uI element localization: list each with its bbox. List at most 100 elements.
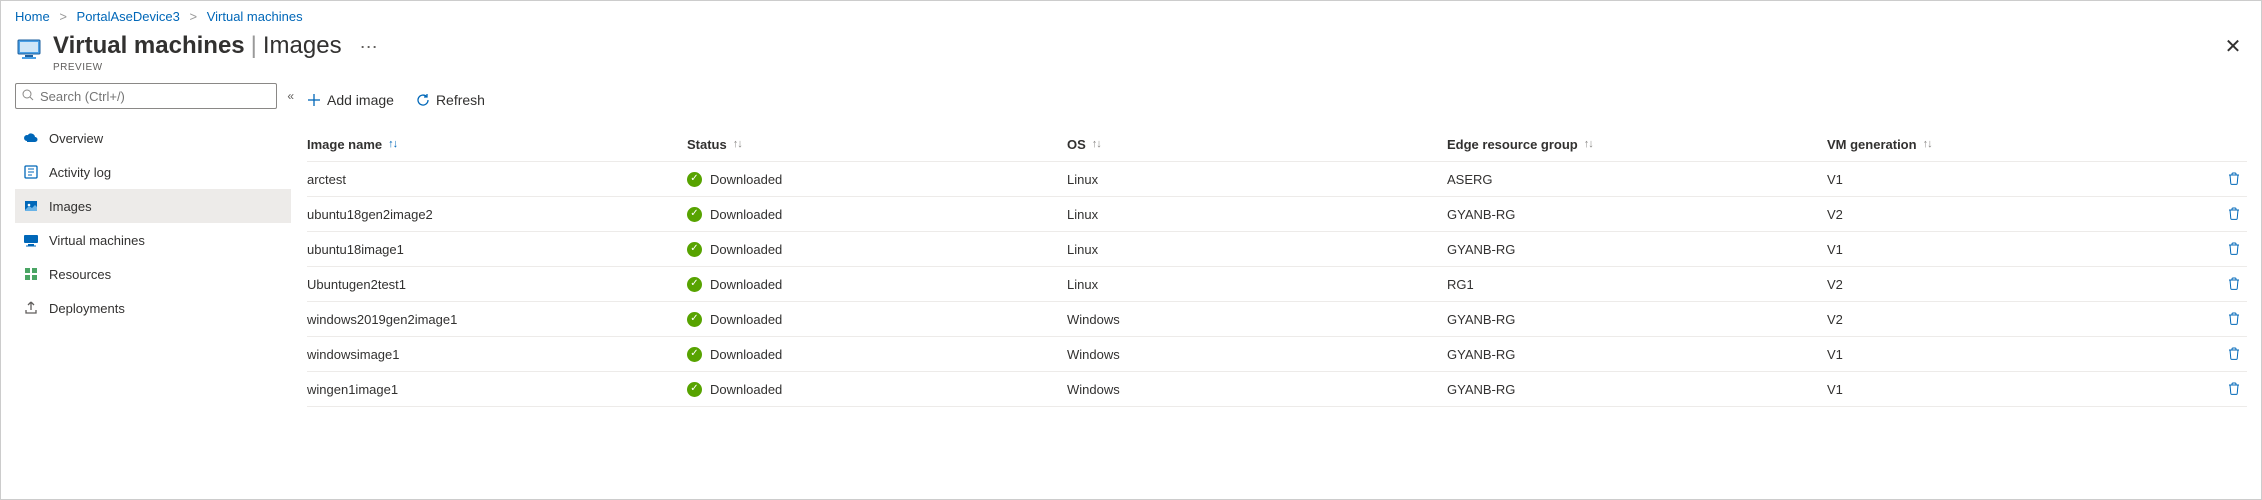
status-success-icon: ✓: [687, 207, 702, 222]
resources-icon: [23, 266, 39, 282]
os-cell: Linux: [1067, 277, 1447, 292]
refresh-button[interactable]: Refresh: [416, 92, 485, 108]
sidebar-item-activity-log[interactable]: Activity log: [15, 155, 291, 189]
status-text: Downloaded: [710, 242, 782, 257]
col-edge-resource-group[interactable]: Edge resource group ↑↓: [1447, 137, 1827, 152]
table-row: windowsimage1✓ Downloaded WindowsGYANB-RGV…: [307, 337, 2247, 372]
delete-button[interactable]: [2227, 276, 2247, 293]
os-cell: Windows: [1067, 347, 1447, 362]
table-row: ubuntu18gen2image2✓DownloadedLinuxGYANB-…: [307, 197, 2247, 232]
vmgen-cell: V1: [1827, 172, 2207, 187]
os-cell: Linux: [1067, 207, 1447, 222]
sidebar-item-images[interactable]: Images: [15, 189, 291, 223]
sort-icon: ↑↓: [1923, 138, 1932, 150]
add-image-button[interactable]: Add image: [307, 92, 394, 108]
status-success-icon: ✓: [687, 277, 702, 292]
status-text: Downloaded: [710, 312, 782, 327]
add-image-label: Add image: [327, 92, 394, 108]
image-name-cell[interactable]: Ubuntugen2test1: [307, 277, 687, 292]
status-cell: ✓Downloaded: [687, 207, 1067, 222]
sidebar-item-label: Resources: [49, 267, 111, 282]
status-cell: ✓ Downloaded: [687, 347, 1067, 362]
status-success-icon: ✓: [687, 242, 702, 257]
delete-button[interactable]: [2227, 311, 2247, 328]
breadcrumb-link-device[interactable]: PortalAseDevice3: [77, 9, 180, 24]
sort-icon: ↑↓: [733, 138, 742, 150]
erg-cell: GYANB-RG: [1447, 347, 1827, 362]
sidebar-item-deployments[interactable]: Deployments: [15, 291, 291, 325]
image-name-cell[interactable]: wingen1image1: [307, 382, 687, 397]
trash-icon: [2227, 241, 2241, 255]
vm-small-icon: [23, 232, 39, 248]
col-label: VM generation: [1827, 137, 1917, 152]
sort-icon: ↑↓: [388, 138, 397, 150]
os-cell: Windows: [1067, 382, 1447, 397]
breadcrumb-link-home[interactable]: Home: [15, 9, 50, 24]
vmgen-cell: V1: [1827, 347, 2207, 362]
status-cell: ✓ Downloaded: [687, 382, 1067, 397]
refresh-label: Refresh: [436, 92, 485, 108]
search-input[interactable]: [40, 89, 270, 104]
erg-cell: GYANB-RG: [1447, 242, 1827, 257]
status-success-icon: ✓: [687, 347, 702, 362]
status-success-icon: ✓: [687, 172, 702, 187]
sidebar-item-resources[interactable]: Resources: [15, 257, 291, 291]
sidebar-item-label: Virtual machines: [49, 233, 145, 248]
sidebar-item-virtual-machines[interactable]: Virtual machines: [15, 223, 291, 257]
status-cell: ✓ Downloaded: [687, 312, 1067, 327]
trash-icon: [2227, 311, 2241, 325]
sidebar-nav: Overview Activity log Images Virtual mac…: [15, 121, 291, 325]
col-os[interactable]: OS ↑↓: [1067, 137, 1447, 152]
main-panel: Add image Refresh Image name ↑↓ Status ↑…: [291, 83, 2247, 499]
delete-button[interactable]: [2227, 346, 2247, 363]
delete-button[interactable]: [2227, 381, 2247, 398]
col-image-name[interactable]: Image name ↑↓: [307, 137, 687, 152]
sidebar: « Overview Activity log Images: [15, 83, 291, 499]
col-label: Image name: [307, 137, 382, 152]
table-row: windows2019gen2image1✓DownloadedWindowsG…: [307, 302, 2247, 337]
delete-button[interactable]: [2227, 171, 2247, 188]
sort-icon: ↑↓: [1092, 138, 1101, 150]
image-name-cell[interactable]: ubuntu18gen2image2: [307, 207, 687, 222]
delete-button[interactable]: [2227, 241, 2247, 258]
status-text: Downloaded: [710, 382, 782, 397]
refresh-icon: [416, 93, 430, 107]
page-header: Virtual machines | Images ⋯ PREVIEW ✕: [15, 30, 2247, 83]
erg-cell: ASERG: [1447, 172, 1827, 187]
title-separator: |: [251, 32, 257, 60]
deployments-icon: [23, 300, 39, 316]
status-text: Downloaded: [710, 172, 782, 187]
status-cell: ✓ Downloaded: [687, 172, 1067, 187]
col-label: Status: [687, 137, 727, 152]
table-header-row: Image name ↑↓ Status ↑↓ OS ↑↓ Edge resou…: [307, 127, 2247, 162]
vm-icon: [15, 35, 43, 63]
status-cell: ✓ Downloaded: [687, 242, 1067, 257]
image-name-cell[interactable]: windows2019gen2image1: [307, 312, 687, 327]
vmgen-cell: V2: [1827, 277, 2207, 292]
status-text: Downloaded: [710, 347, 782, 362]
vmgen-cell: V1: [1827, 242, 2207, 257]
sidebar-item-overview[interactable]: Overview: [15, 121, 291, 155]
col-status[interactable]: Status ↑↓: [687, 137, 1067, 152]
table-row: Ubuntugen2test1✓DownloadedLinuxRG1V2: [307, 267, 2247, 302]
search-box[interactable]: [15, 83, 277, 109]
col-label: Edge resource group: [1447, 137, 1578, 152]
table-row: arctest✓DownloadedLinuxASERGV1: [307, 162, 2247, 197]
image-name-cell[interactable]: arctest: [307, 172, 687, 187]
erg-cell: GYANB-RG: [1447, 382, 1827, 397]
image-name-cell[interactable]: ubuntu18image1: [307, 242, 687, 257]
col-vm-generation[interactable]: VM generation ↑↓: [1827, 137, 2207, 152]
breadcrumb-link-vm[interactable]: Virtual machines: [207, 9, 303, 24]
more-actions-button[interactable]: ⋯: [360, 37, 378, 58]
activity-log-icon: [23, 164, 39, 180]
page-section: Images: [263, 32, 342, 60]
erg-cell: GYANB-RG: [1447, 207, 1827, 222]
close-button[interactable]: ✕: [2219, 32, 2247, 60]
preview-badge: PREVIEW: [53, 62, 378, 73]
status-success-icon: ✓: [687, 382, 702, 397]
trash-icon: [2227, 346, 2241, 360]
delete-button[interactable]: [2227, 206, 2247, 223]
status-success-icon: ✓: [687, 312, 702, 327]
breadcrumb-separator: >: [183, 9, 203, 24]
image-name-cell[interactable]: windowsimage1: [307, 347, 687, 362]
